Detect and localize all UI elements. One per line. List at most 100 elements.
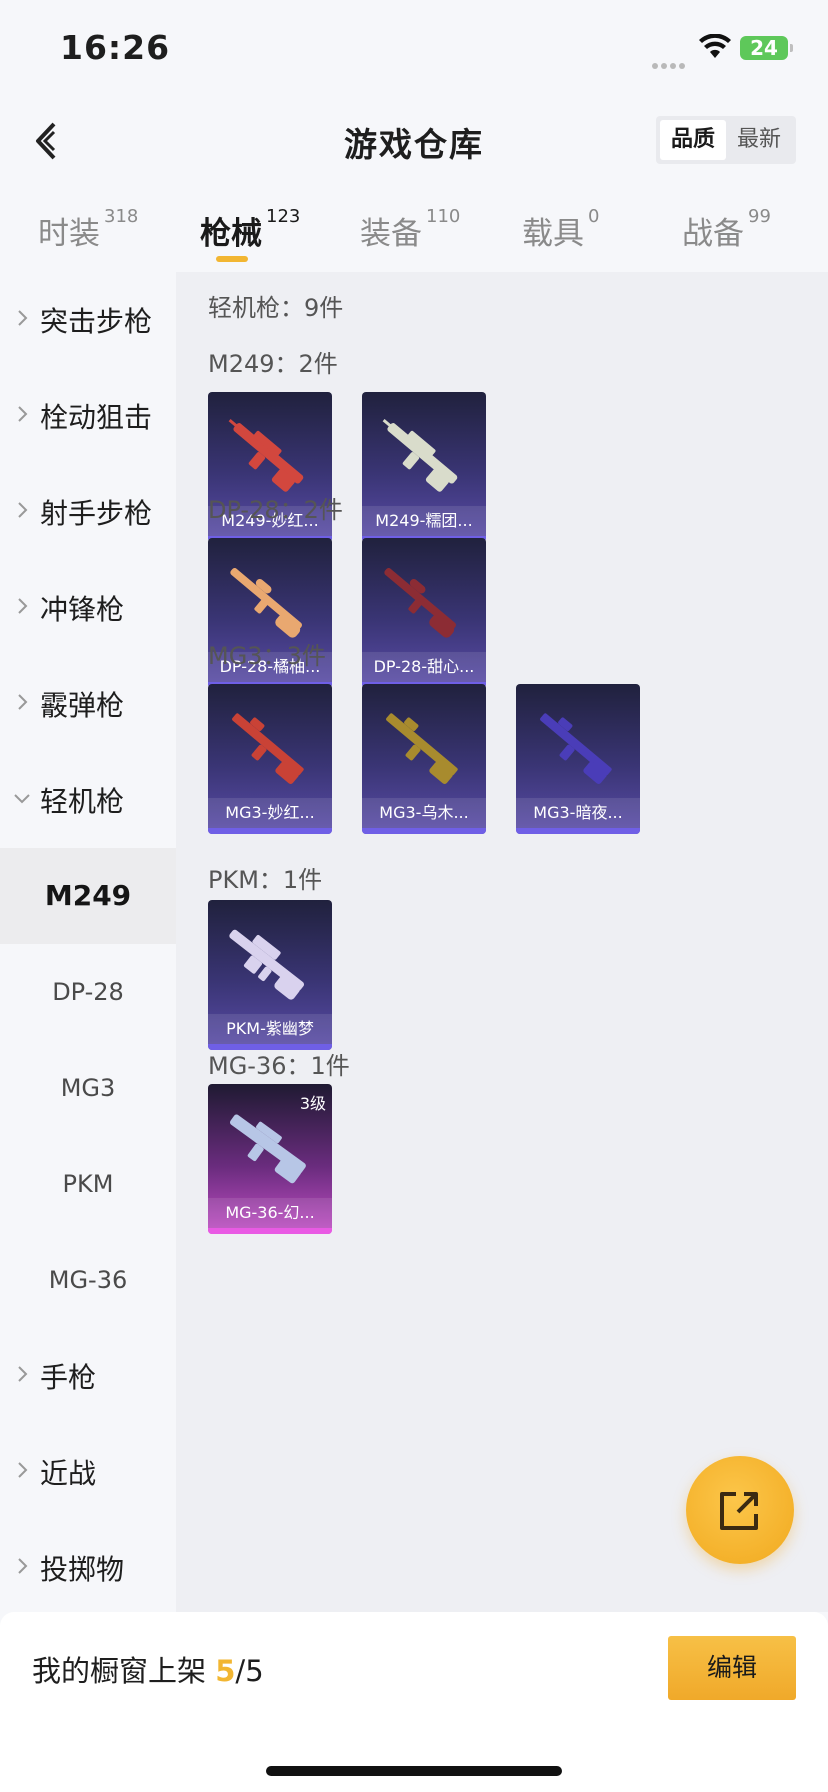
weapon-card[interactable]: MG3-妙红...: [208, 684, 332, 834]
sidebar-item-pistol[interactable]: 手枪: [0, 1328, 176, 1424]
weapon-name: MG3-妙红...: [208, 798, 332, 828]
group-heading: MG-36：1件: [208, 1052, 350, 1080]
rarity-bar: [208, 1228, 332, 1234]
weapon-card[interactable]: PKM-紫幽梦: [208, 900, 332, 1050]
tab-count: 0: [588, 206, 600, 227]
tab-label: 时装: [38, 216, 100, 252]
sidebar-item-label: 冲锋枪: [40, 593, 125, 626]
sidebar-item-smg[interactable]: 冲锋枪: [0, 560, 176, 656]
sidebar-item-melee[interactable]: 近战: [0, 1424, 176, 1520]
chevron-right-icon: [18, 598, 28, 614]
chevron-right-icon: [18, 694, 28, 710]
showcase-total: /5: [235, 1654, 264, 1688]
sidebar-item-label: 近战: [40, 1457, 97, 1490]
battery-icon: 24: [740, 36, 793, 60]
group-heading: DP-28：2件: [208, 496, 343, 524]
sidebar-item-shotgun[interactable]: 霰弹枪: [0, 656, 176, 752]
tab-label: 载具: [522, 216, 584, 252]
sidebar-item-label: 投掷物: [40, 1553, 125, 1586]
weapon-name: PKM-紫幽梦: [208, 1014, 332, 1044]
weapon-name: M249-糯团...: [362, 506, 486, 536]
category-tabs: 时装 318 枪械 123 装备 110 载具 0 战备 99: [0, 198, 828, 270]
tab-fashion[interactable]: 时装 318: [38, 206, 139, 253]
rarity-bar: [516, 828, 640, 834]
weapon-name: MG3-乌木...: [362, 798, 486, 828]
sidebar-item-marksman-rifle[interactable]: 射手步枪: [0, 464, 176, 560]
sidebar-subitem-mg36[interactable]: MG-36: [0, 1232, 176, 1328]
sidebar-subitem-pkm[interactable]: PKM: [0, 1136, 176, 1232]
tab-count: 99: [748, 206, 771, 227]
tab-equipment[interactable]: 装备 110: [360, 206, 461, 253]
sidebar-subitem-dp28[interactable]: DP-28: [0, 944, 176, 1040]
sidebar-item-label: 栓动狙击: [40, 401, 153, 434]
tab-count: 123: [266, 206, 301, 227]
lmg-skin-icon: [228, 418, 304, 492]
sidebar-item-label: 霰弹枪: [40, 689, 125, 722]
status-time: 16:26: [60, 28, 171, 67]
tab-vehicles[interactable]: 载具 0: [522, 206, 600, 253]
lmg-skin-icon: [384, 568, 456, 638]
sort-toggle: 品质 最新: [656, 116, 796, 164]
tab-label: 装备: [360, 216, 422, 252]
sidebar-item-assault-rifle[interactable]: 突击步枪: [0, 272, 176, 368]
tab-count: 318: [104, 206, 139, 227]
weapon-name: MG-36-幻...: [208, 1198, 332, 1228]
battery-level: 24: [750, 36, 778, 60]
chevron-right-icon: [18, 502, 28, 518]
group-heading: M249：2件: [208, 350, 338, 378]
edit-button[interactable]: 编辑: [668, 1636, 796, 1700]
weapon-name: MG3-暗夜...: [516, 798, 640, 828]
tab-supplies[interactable]: 战备 99: [682, 206, 771, 253]
showcase-label: 我的橱窗上架: [32, 1654, 207, 1688]
wifi-icon: [699, 34, 731, 58]
lmg-skin-icon: [229, 929, 305, 1000]
weapon-card[interactable]: MG3-乌木...: [362, 684, 486, 834]
sidebar-item-label: 轻机枪: [40, 785, 125, 818]
lmg-skin-icon: [540, 713, 612, 784]
weapon-card[interactable]: M249-糯团...: [362, 392, 486, 542]
home-indicator: [266, 1766, 562, 1776]
weapon-card[interactable]: 3级 MG-36-幻...: [208, 1084, 332, 1234]
tab-label: 枪械: [200, 216, 262, 252]
weapon-category-sidebar: 突击步枪 栓动狙击 射手步枪 冲锋枪 霰弹枪 轻机枪 M249 DP-28 MG…: [0, 272, 176, 1612]
sidebar-item-lmg[interactable]: 轻机枪: [0, 752, 176, 848]
tab-count: 110: [426, 206, 461, 227]
weapon-list: 轻机枪：9件 M249：2件 M249-妙红... M249-糯团... DP-…: [176, 272, 828, 1612]
lmg-skin-icon: [382, 418, 458, 492]
header: 游戏仓库 品质 最新: [0, 100, 828, 182]
share-out-icon: [720, 1492, 758, 1530]
lmg-skin-icon: [230, 568, 302, 638]
status-bar: 16:26 24: [0, 0, 828, 100]
chevron-right-icon: [18, 1558, 28, 1574]
share-button[interactable]: [686, 1456, 794, 1564]
rarity-bar: [208, 828, 332, 834]
sidebar-subitem-m249[interactable]: M249: [0, 848, 176, 944]
lmg-skin-icon: [386, 713, 458, 784]
tab-label: 战备: [682, 216, 744, 252]
lmg-summary: 轻机枪：9件: [208, 294, 344, 322]
group-heading: PKM：1件: [208, 866, 323, 894]
signal-dots-icon: [652, 54, 690, 69]
sidebar-item-label: 射手步枪: [40, 497, 153, 530]
sort-newest-button[interactable]: 最新: [726, 120, 792, 160]
sidebar-item-bolt-sniper[interactable]: 栓动狙击: [0, 368, 176, 464]
sidebar-subitem-mg3[interactable]: MG3: [0, 1040, 176, 1136]
active-tab-indicator: [216, 256, 248, 262]
sidebar-item-label: 手枪: [40, 1361, 97, 1394]
group-heading: MG3：3件: [208, 642, 326, 670]
chevron-right-icon: [18, 1462, 28, 1478]
weapon-card[interactable]: MG3-暗夜...: [516, 684, 640, 834]
showcase-status: 我的橱窗上架 5/5: [32, 1648, 264, 1690]
chevron-right-icon: [18, 310, 28, 326]
rarity-bar: [362, 828, 486, 834]
lmg-skin-icon: [232, 713, 304, 784]
chevron-right-icon: [18, 1366, 28, 1382]
chevron-down-icon: [14, 794, 30, 804]
chevron-right-icon: [18, 406, 28, 422]
lmg-skin-icon: [230, 1114, 306, 1184]
showcase-bar: 我的橱窗上架 5/5 编辑: [0, 1612, 828, 1792]
sidebar-item-throwable[interactable]: 投掷物: [0, 1520, 176, 1616]
tab-guns[interactable]: 枪械 123: [200, 206, 301, 253]
sort-quality-button[interactable]: 品质: [660, 120, 726, 160]
weapon-card[interactable]: DP-28-甜心...: [362, 538, 486, 688]
